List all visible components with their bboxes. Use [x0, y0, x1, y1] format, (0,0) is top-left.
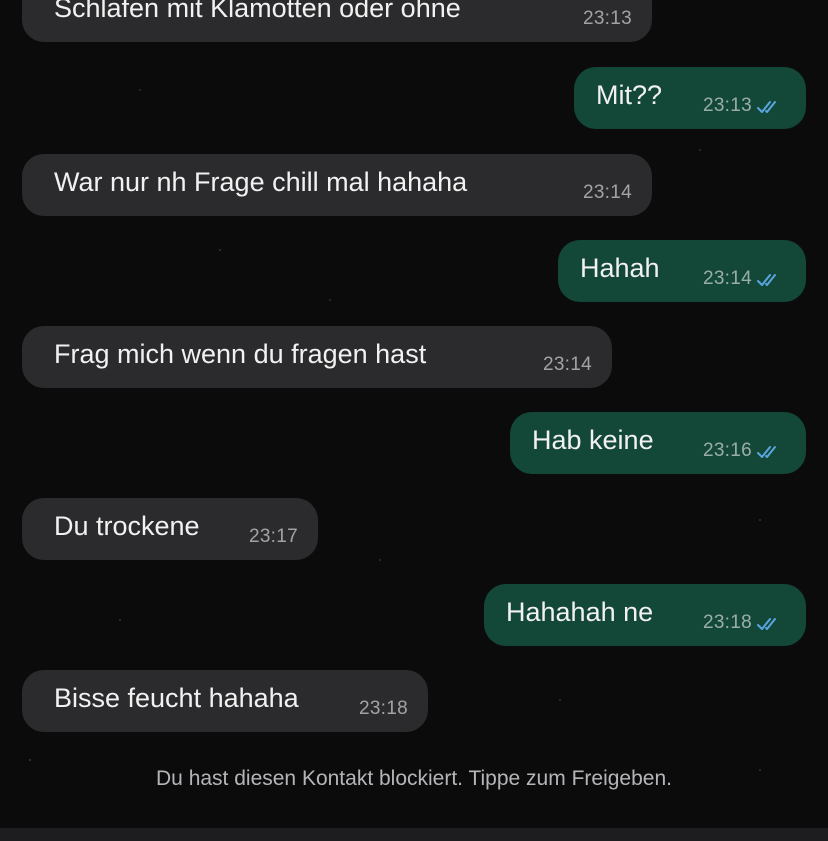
message-bubble-outgoing[interactable]: Hab keine 23:16: [510, 412, 806, 474]
double-check-icon: [757, 274, 776, 286]
message-text: Mit??: [596, 79, 663, 110]
message-bubble-incoming[interactable]: Du trockene 23:17: [22, 498, 318, 560]
blocked-contact-text: Du hast diesen Kontakt blockiert. Tippe …: [156, 767, 672, 790]
message-time: 23:14: [702, 268, 752, 289]
message-time: 23:13: [702, 95, 752, 116]
message-bubble-incoming[interactable]: Schlafen mit Klamotten oder ohne 23:13: [22, 0, 652, 42]
message-time: 23:16: [702, 440, 752, 461]
double-check-icon: [757, 618, 776, 630]
message-bubble-outgoing[interactable]: Hahahah ne 23:18: [484, 584, 806, 646]
message-time: 23:17: [248, 526, 298, 547]
message-text: Hahahah ne: [506, 596, 654, 627]
bottom-bar: [0, 828, 828, 841]
chat-background: Schlafen mit Klamotten oder ohne 23:13 M…: [0, 0, 828, 841]
message-text: Hab keine: [532, 424, 654, 455]
blocked-contact-banner[interactable]: Du hast diesen Kontakt blockiert. Tippe …: [0, 764, 828, 830]
message-bubble-incoming[interactable]: Bisse feucht hahaha 23:18: [22, 670, 428, 732]
message-bubble-incoming[interactable]: War nur nh Frage chill mal hahaha 23:14: [22, 154, 652, 216]
message-bubble-incoming[interactable]: Frag mich wenn du fragen hast 23:14: [22, 326, 612, 388]
message-text: Du trockene: [54, 510, 200, 541]
message-text: War nur nh Frage chill mal hahaha: [54, 166, 468, 197]
message-text: Frag mich wenn du fragen hast: [54, 338, 427, 369]
message-text: Schlafen mit Klamotten oder ohne: [54, 0, 461, 23]
message-time: 23:14: [542, 354, 592, 375]
message-time: 23:13: [582, 8, 632, 29]
message-time: 23:18: [702, 612, 752, 633]
message-text: Hahah: [580, 252, 660, 283]
double-check-icon: [757, 446, 776, 458]
message-time: 23:18: [358, 698, 408, 719]
message-text: Bisse feucht hahaha: [54, 682, 299, 713]
message-time: 23:14: [582, 182, 632, 203]
message-bubble-outgoing[interactable]: Hahah 23:14: [558, 240, 806, 302]
message-bubble-outgoing[interactable]: Mit?? 23:13: [574, 67, 806, 129]
double-check-icon: [757, 101, 776, 113]
